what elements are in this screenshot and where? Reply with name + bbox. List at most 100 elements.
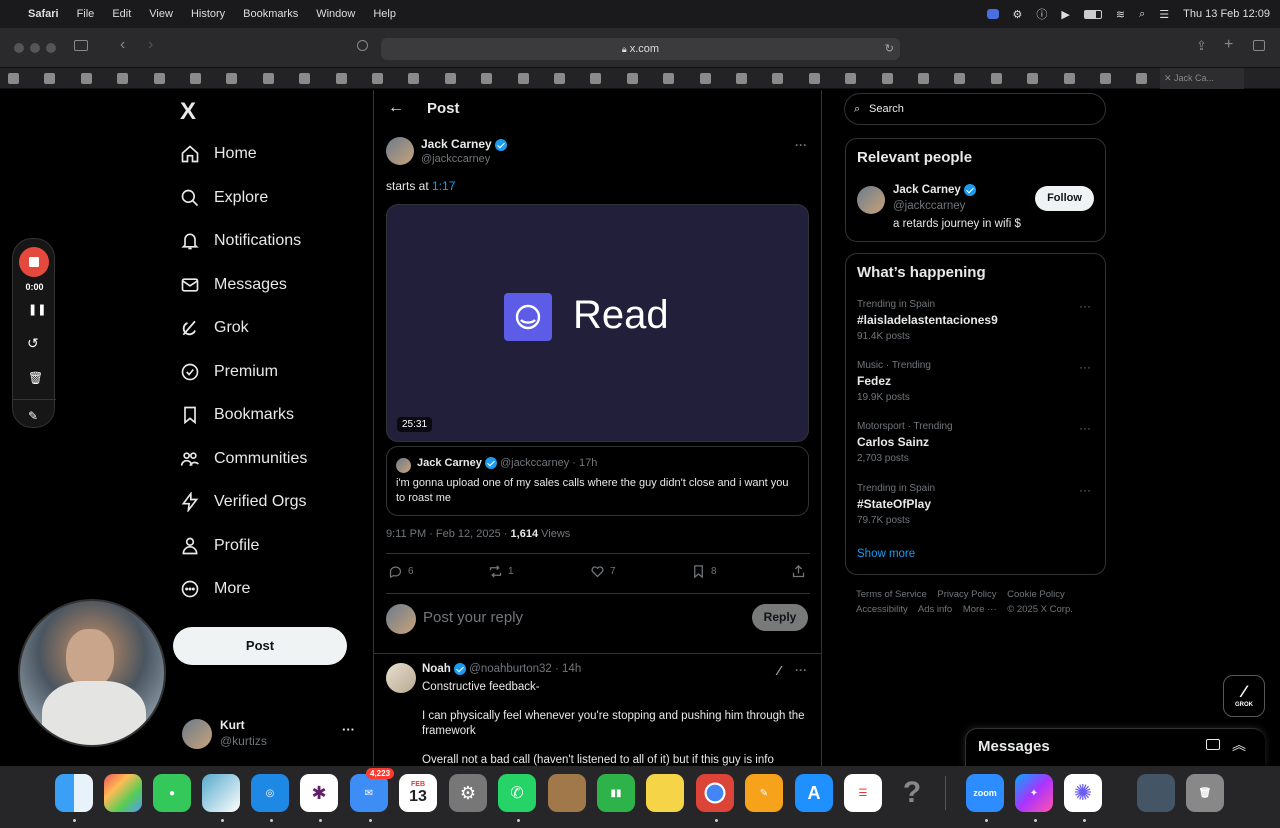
favorite-site-icon[interactable] [990,73,1002,84]
favorite-site-icon[interactable] [1063,73,1075,84]
account-more-icon[interactable]: ··· [342,722,355,737]
dock-numbers-icon[interactable]: ▮▮ [597,774,635,812]
status-info-icon[interactable]: ⓘ [1036,6,1047,22]
dock-notes-icon[interactable] [646,774,684,812]
quoted-post[interactable]: Jack Carney @jackccarney · 17h i'm gonna… [386,446,809,516]
favorite-site-icon[interactable] [590,73,602,84]
post-author-avatar[interactable] [386,137,414,165]
nav-home[interactable]: Home [180,139,257,169]
nav-profile[interactable]: Profile [180,531,259,561]
battery-icon[interactable] [1083,9,1102,19]
relevant-person-name[interactable]: Jack Carney [893,184,976,196]
dock-messenger-icon[interactable]: ✦ [1015,774,1053,812]
pencil-icon[interactable]: ✎ [28,409,38,423]
new-tab-icon[interactable]: + [1224,36,1233,54]
favorite-site-icon[interactable] [226,73,238,84]
favorite-site-icon[interactable] [299,73,311,84]
grok-floating-button[interactable]: ⁄ GROK [1223,675,1265,717]
nav-bookmarks[interactable]: Bookmarks [180,400,294,430]
favorite-site-icon[interactable] [845,73,857,84]
trend-item[interactable]: Trending in Spain #StateOfPlay 79.7K pos… [857,483,1097,526]
favorite-site-icon[interactable] [335,73,347,84]
dock-pages-icon[interactable]: ✎ [745,774,783,812]
window-minimize-button[interactable] [30,43,40,53]
status-gear-icon[interactable]: ⚙ [1013,8,1023,21]
trend-more-icon[interactable]: ··· [1079,421,1091,435]
post-author-handle[interactable]: @jackccarney [421,153,490,165]
dock-mail-icon[interactable]: ✉ 4,223 [350,768,395,812]
pause-icon[interactable]: ❚❚ [28,303,46,316]
show-more-link[interactable]: Show more [857,548,915,560]
favorite-site-icon[interactable] [517,73,529,84]
expand-chevron-icon[interactable]: ︽ [1232,735,1246,755]
nav-verified-orgs[interactable]: Verified Orgs [180,487,306,517]
favorite-site-icon[interactable] [117,73,129,84]
favorite-site-icon[interactable] [1027,73,1039,84]
favorite-site-icon[interactable] [881,73,893,84]
nav-more[interactable]: More [180,574,250,604]
bookmark-action[interactable]: 8 [691,564,717,579]
share-action[interactable] [791,564,806,579]
favorite-site-icon[interactable] [554,73,565,84]
address-bar[interactable]: 🔒︎ x.com ↻ [381,38,900,60]
messages-drawer[interactable]: Messages ︽ [965,728,1265,766]
menu-view[interactable]: View [149,8,173,20]
dock-maps-icon[interactable] [202,774,240,812]
menu-history[interactable]: History [191,8,225,20]
favorite-site-icon[interactable] [663,73,675,84]
like-action[interactable]: 7 [590,564,616,579]
reply-author-avatar[interactable] [386,663,416,693]
footer-more-link[interactable]: More ··· [963,604,997,615]
dock-calendar-icon[interactable]: FEB 13 [399,774,437,812]
dock-launchpad-icon[interactable] [104,774,142,812]
status-zoom-icon[interactable] [986,9,999,19]
favorite-site-icon[interactable] [44,73,56,84]
account-switcher[interactable]: Kurt @kurtizs ··· [182,718,362,752]
nav-grok[interactable]: Grok [180,313,249,343]
spotlight-icon[interactable]: ⌕ [1139,8,1145,21]
window-close-button[interactable] [14,43,24,53]
favorite-site-icon[interactable] [918,73,929,84]
favorite-site-icon[interactable] [699,73,711,84]
post-more-icon[interactable]: ··· [795,138,807,152]
dock-finder-icon[interactable] [55,774,93,812]
privacy-shield-icon[interactable] [357,40,368,51]
footer-privacy-link[interactable]: Privacy Policy [937,589,996,600]
reply-more-icon[interactable]: ··· [795,663,807,677]
favorite-site-icon[interactable] [1100,73,1111,84]
favorite-site-icon[interactable] [372,73,383,84]
dock-appstore-icon[interactable]: A [795,774,833,812]
favorite-site-icon[interactable] [736,73,747,84]
favorite-site-icon[interactable] [153,73,165,84]
footer-terms-link[interactable]: Terms of Service [856,589,927,600]
sidebar-toggle-icon[interactable] [74,40,88,51]
reply-action[interactable]: 6 [388,564,414,579]
nav-notifications[interactable]: Notifications [180,226,301,256]
tab-close-icon[interactable]: ✕ [1164,68,1172,89]
dock-messages-icon[interactable]: ● [153,774,191,812]
favorite-site-icon[interactable] [481,73,493,84]
reply-input[interactable]: Post your reply [423,609,523,626]
status-play-icon[interactable]: ▶ [1061,8,1069,21]
control-center-icon[interactable]: ☰ [1159,8,1169,21]
favorite-site-icon[interactable] [262,73,274,84]
footer-cookie-link[interactable]: Cookie Policy [1007,589,1065,600]
menu-edit[interactable]: Edit [112,8,131,20]
menu-file[interactable]: File [77,8,95,20]
dock-whatsapp-icon[interactable]: ✆ [498,774,536,812]
trend-more-icon[interactable]: ··· [1079,360,1091,374]
stop-record-button[interactable] [19,247,49,277]
menubar-datetime[interactable]: Thu 13 Feb 12:09 [1183,8,1270,20]
favorite-site-icon[interactable] [772,73,784,84]
new-message-icon[interactable] [1206,739,1220,750]
nav-communities[interactable]: Communities [180,444,307,474]
back-icon[interactable]: ‹ [120,36,125,54]
favorite-site-icon[interactable] [444,73,456,84]
favorite-site-icon[interactable] [1136,73,1148,84]
trend-more-icon[interactable]: ··· [1079,483,1091,497]
reply-grok-icon[interactable]: ⁄ [778,663,780,678]
video-player[interactable]: Read 25:31 [386,204,809,442]
dock-contacts-icon[interactable] [548,774,586,812]
wifi-icon[interactable]: ≋ [1116,8,1125,21]
repost-action[interactable]: 1 [488,564,514,579]
